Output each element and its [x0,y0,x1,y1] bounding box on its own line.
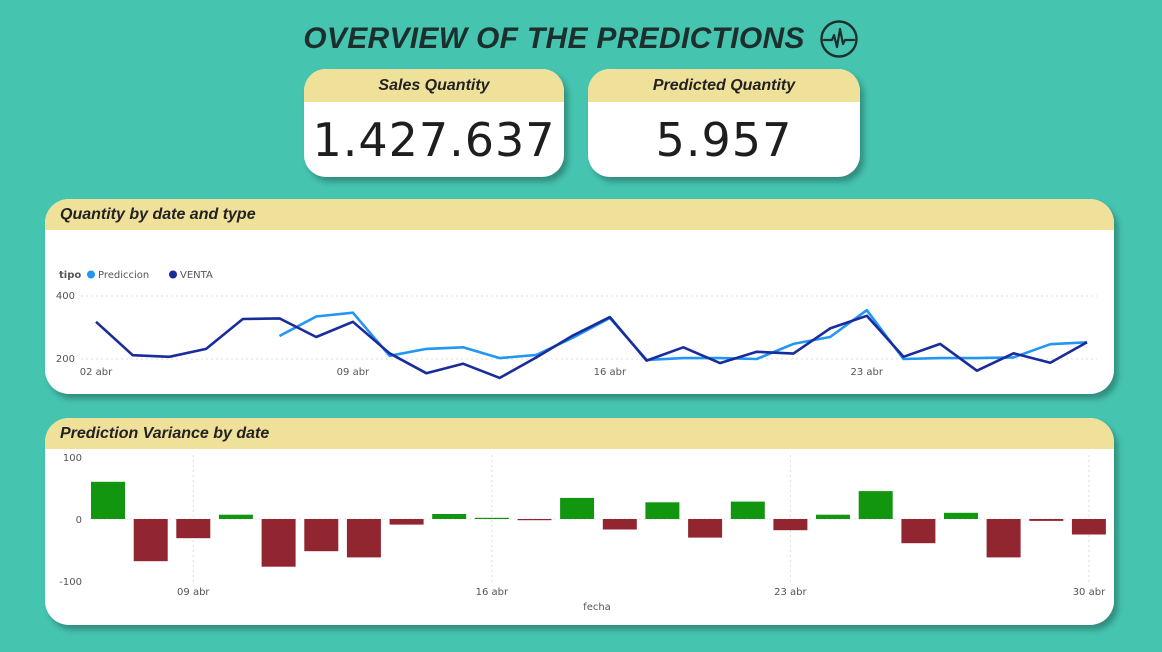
sales-quantity-value: 1.427.637 [312,112,556,167]
bar-30-abr[interactable] [1071,519,1106,535]
bar-20-abr[interactable] [645,502,680,519]
legend-label-prediccion: Prediccion [98,270,149,281]
line-chart-title: Quantity by date and type [45,199,1114,230]
line-chart[interactable]: tipo Prediccion VENTA 200 400 02 abr 09 abr 16 … [45,230,1114,394]
x-tick-label: 02 abr [80,367,113,378]
x-tick-label: 16 abr [594,367,627,378]
bar-23-abr[interactable] [773,519,808,531]
bar-07-abr[interactable] [91,481,125,519]
y-tick-label: 100 [63,453,82,464]
predicted-quantity-card[interactable]: Predicted Quantity 5.957 [588,69,860,177]
y-tick-label: 400 [56,291,75,302]
bar-18-abr[interactable] [560,497,595,519]
bar-13-abr[interactable] [346,519,381,558]
x-tick-label: 09 abr [337,367,370,378]
bar-10-abr[interactable] [218,514,253,519]
series-line-prediccion[interactable] [278,308,1088,362]
y-tick-label: 200 [56,354,75,365]
bar-chart-title: Prediction Variance by date [45,418,1114,449]
bar-16-abr[interactable] [474,517,509,519]
page-title: OVERVIEW OF THE PREDICTIONS [303,22,805,55]
x-tick-label: 23 abr [851,367,884,378]
x-tick-label: 23 abr [774,587,807,598]
bar-chart-card[interactable]: Prediction Variance by date -100 0 100 09 a… [45,418,1114,625]
x-axis-title: fecha [583,602,611,613]
bar-21-abr[interactable] [688,519,723,538]
x-tick-label: 30 abr [1073,587,1106,598]
bar-09-abr[interactable] [176,519,211,539]
bar-08-abr[interactable] [133,519,168,562]
x-tick-label: 16 abr [476,587,509,598]
bar-15-abr[interactable] [432,514,467,519]
bar-28-abr[interactable] [986,519,1021,558]
bar-24-abr[interactable] [816,514,850,519]
legend-marker-prediccion [87,270,95,279]
x-tick-label: 09 abr [177,587,210,598]
bar-14-abr[interactable] [389,519,424,525]
legend-marker-venta [169,270,177,279]
line-chart-card[interactable]: Quantity by date and type tipo Prediccion… [45,199,1114,394]
bar-19-abr[interactable] [602,519,637,530]
legend-title: tipo [59,270,81,281]
y-tick-label: -100 [59,577,82,588]
bar-chart[interactable]: -100 0 100 09 abr 16 abr 23 abr 30 abr fecha [45,449,1114,625]
bar-17-abr[interactable] [517,519,552,521]
predicted-quantity-label: Predicted Quantity [588,69,860,102]
bar-22-abr[interactable] [730,501,765,519]
heartbeat-icon [820,20,858,58]
bar-12-abr[interactable] [304,519,339,552]
bar-27-abr[interactable] [944,512,978,519]
bar-25-abr[interactable] [858,491,893,519]
sales-quantity-label: Sales Quantity [304,69,564,102]
predicted-quantity-value: 5.957 [655,112,793,167]
bar-29-abr[interactable] [1029,519,1064,521]
legend-label-venta: VENTA [180,270,213,281]
bar-26-abr[interactable] [901,519,936,544]
series-line-venta[interactable] [95,314,1088,380]
sales-quantity-card[interactable]: Sales Quantity 1.427.637 [304,69,564,177]
bar-11-abr[interactable] [261,519,296,567]
y-tick-label: 0 [76,515,82,526]
page-header: OVERVIEW OF THE PREDICTIONS [0,14,1162,64]
